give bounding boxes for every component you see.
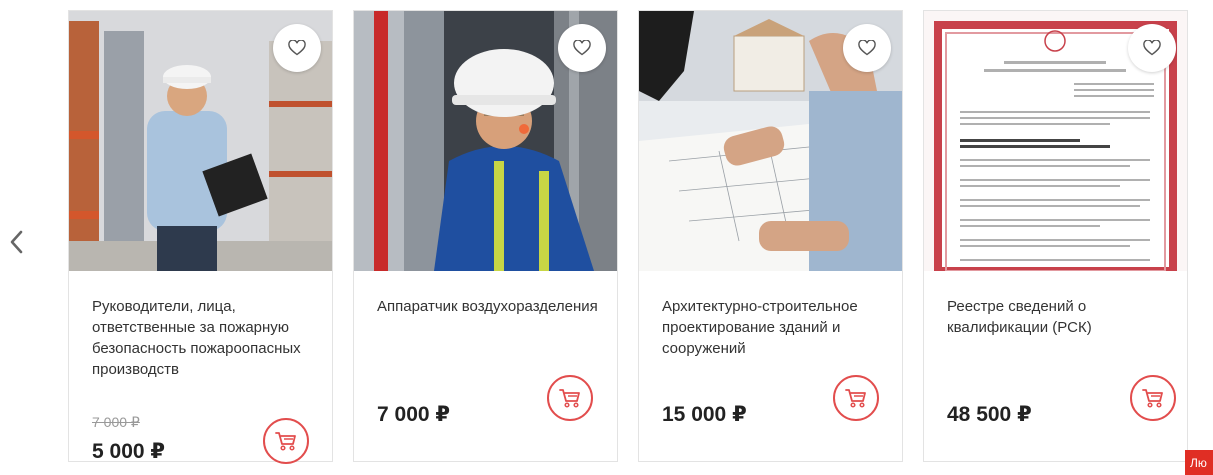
product-card[interactable]: Аппаратчик воздухоразделения 7 000 ₽	[353, 10, 618, 462]
old-price: 7 000 ₽	[92, 414, 140, 430]
product-title[interactable]: Аппаратчик воздухоразделения	[377, 296, 602, 317]
product-card[interactable]: Архитектурно-строительное проектирование…	[638, 10, 903, 462]
add-to-cart-button[interactable]	[547, 375, 593, 421]
add-to-cart-button[interactable]	[1130, 375, 1176, 421]
product-title[interactable]: Архитектурно-строительное проектирование…	[662, 296, 887, 359]
product-title[interactable]: Реестре сведений о квалификации (РСК)	[947, 296, 1172, 338]
price: 15 000 ₽	[662, 403, 747, 426]
cart-icon	[559, 389, 580, 408]
add-to-favorites-button[interactable]	[273, 24, 321, 72]
carousel-prev-button[interactable]	[4, 228, 28, 256]
heart-icon	[858, 40, 876, 56]
product-card[interactable]: Руководители, лица, ответственные за пож…	[68, 10, 333, 464]
product-card[interactable]: Реестре сведений о квалификации (РСК) 48…	[923, 10, 1188, 462]
heart-icon	[288, 40, 306, 56]
add-to-favorites-button[interactable]	[1128, 24, 1176, 72]
cart-icon	[1142, 389, 1163, 408]
add-to-favorites-button[interactable]	[843, 24, 891, 72]
product-title[interactable]: Руководители, лица, ответственные за пож…	[92, 296, 317, 380]
price: 7 000 ₽	[377, 403, 450, 426]
price: 5 000 ₽	[92, 440, 165, 463]
chevron-left-icon	[10, 230, 23, 254]
chat-widget-tab[interactable]: Лю	[1185, 450, 1213, 475]
heart-icon	[573, 40, 591, 56]
price: 48 500 ₽	[947, 403, 1032, 426]
add-to-favorites-button[interactable]	[558, 24, 606, 72]
cart-icon	[275, 432, 296, 451]
add-to-cart-button[interactable]	[833, 375, 879, 421]
add-to-cart-button[interactable]	[263, 418, 309, 464]
heart-icon	[1143, 40, 1161, 56]
cart-icon	[845, 389, 866, 408]
